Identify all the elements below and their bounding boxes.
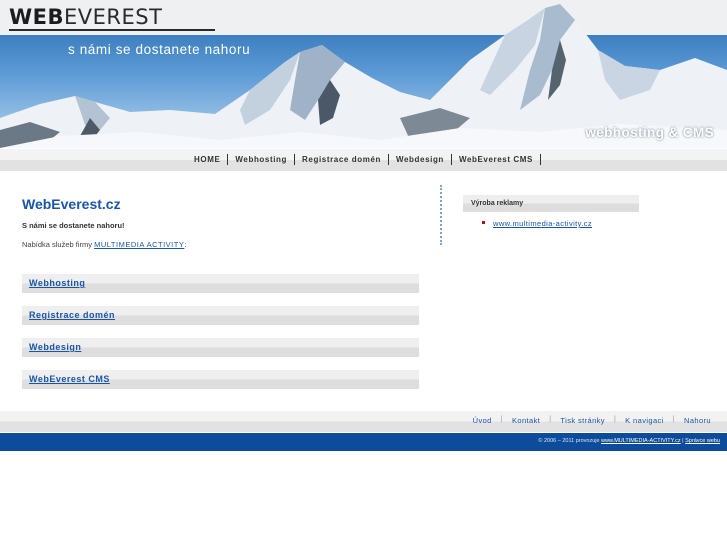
intro-text: S námi se dostanete nahoru! bbox=[22, 221, 125, 230]
main-content: WebEverest.cz S námi se dostanete nahoru… bbox=[22, 185, 419, 389]
service-box-webeverest-cms: WebEverest CMS bbox=[22, 370, 419, 389]
banner-slogan: s námi se dostanete nahoru bbox=[68, 42, 251, 57]
service-box-webhosting: Webhosting bbox=[22, 274, 419, 293]
header-banner: WEBEVEREST s námi se dostanete nahoru we… bbox=[0, 0, 727, 148]
banner-tagline: webhosting & CMS bbox=[585, 125, 714, 140]
nav-item-home[interactable]: HOME bbox=[190, 154, 229, 165]
nav-item-domain-registration[interactable]: Registrace domén bbox=[298, 154, 389, 165]
copyright-text: © 2006 – 2011 provozuje www.MULTIMEDIA-A… bbox=[538, 438, 720, 444]
service-link-webhosting[interactable]: Webhosting bbox=[29, 278, 85, 288]
service-box-domain-registration: Registrace domén bbox=[22, 306, 419, 325]
offer-prefix: Nabídka služeb firmy bbox=[22, 240, 95, 249]
sidebar-list-item: www.multimedia-activity.cz bbox=[482, 219, 639, 228]
footer-link-home[interactable]: Úvod bbox=[473, 416, 492, 425]
footer-link-print[interactable]: Tisk stránky bbox=[560, 416, 605, 425]
logo-web-text: WEB bbox=[9, 5, 65, 29]
offer-text: Nabídka služeb firmy MULTIMEDIA ACTIVITY… bbox=[22, 240, 419, 249]
page-title: WebEverest.cz bbox=[22, 196, 121, 212]
sidebar-heading: Výroba reklamy bbox=[471, 200, 524, 207]
nav-item-webeverest-cms[interactable]: WebEverest CMS bbox=[455, 154, 541, 165]
sidebar-link-list: www.multimedia-activity.cz bbox=[482, 219, 639, 228]
sidebar-heading-box: Výroba reklamy bbox=[463, 195, 639, 212]
copyright-bar: © 2006 – 2011 provozuje www.MULTIMEDIA-A… bbox=[0, 433, 727, 451]
top-navigation: HOME Webhosting Registrace domén Webdesi… bbox=[0, 149, 727, 171]
site-logo[interactable]: WEBEVEREST bbox=[9, 4, 162, 30]
footer-separator: | bbox=[672, 416, 675, 423]
nav-item-webdesign[interactable]: Webdesign bbox=[392, 154, 452, 165]
column-divider bbox=[440, 185, 442, 245]
footer-separator: | bbox=[500, 416, 503, 423]
footer-separator: | bbox=[613, 416, 617, 423]
footer-link-top[interactable]: Nahoru bbox=[684, 416, 711, 425]
service-link-webdesign[interactable]: Webdesign bbox=[29, 342, 81, 352]
service-box-webdesign: Webdesign bbox=[22, 338, 419, 357]
logo-everest-text: EVEREST bbox=[64, 5, 163, 29]
sidebar: Výroba reklamy www.multimedia-activity.c… bbox=[463, 195, 639, 228]
nav-item-webhosting[interactable]: Webhosting bbox=[231, 154, 296, 165]
footer-navigation: Úvod | Kontakt | Tisk stránky | K naviga… bbox=[0, 411, 727, 432]
copyright-prefix: © 2006 – 2011 provozuje bbox=[538, 438, 602, 444]
copyright-company-link[interactable]: www.MULTIMEDIA-ACTIVITY.cz bbox=[601, 438, 681, 444]
service-link-domain-registration[interactable]: Registrace domén bbox=[29, 310, 115, 320]
footer-separator: | bbox=[549, 416, 552, 423]
service-link-webeverest-cms[interactable]: WebEverest CMS bbox=[29, 374, 110, 384]
footer-link-contact[interactable]: Kontakt bbox=[512, 416, 540, 425]
webmaster-link[interactable]: Správce webu bbox=[685, 438, 720, 444]
logo-underline bbox=[9, 29, 215, 31]
sidebar-link-multimedia-activity[interactable]: www.multimedia-activity.cz bbox=[493, 219, 592, 228]
offer-suffix: : bbox=[184, 240, 187, 249]
multimedia-activity-link[interactable]: MULTIMEDIA ACTIVITY bbox=[94, 240, 184, 249]
footer-link-navigation[interactable]: K navigaci bbox=[625, 416, 664, 425]
